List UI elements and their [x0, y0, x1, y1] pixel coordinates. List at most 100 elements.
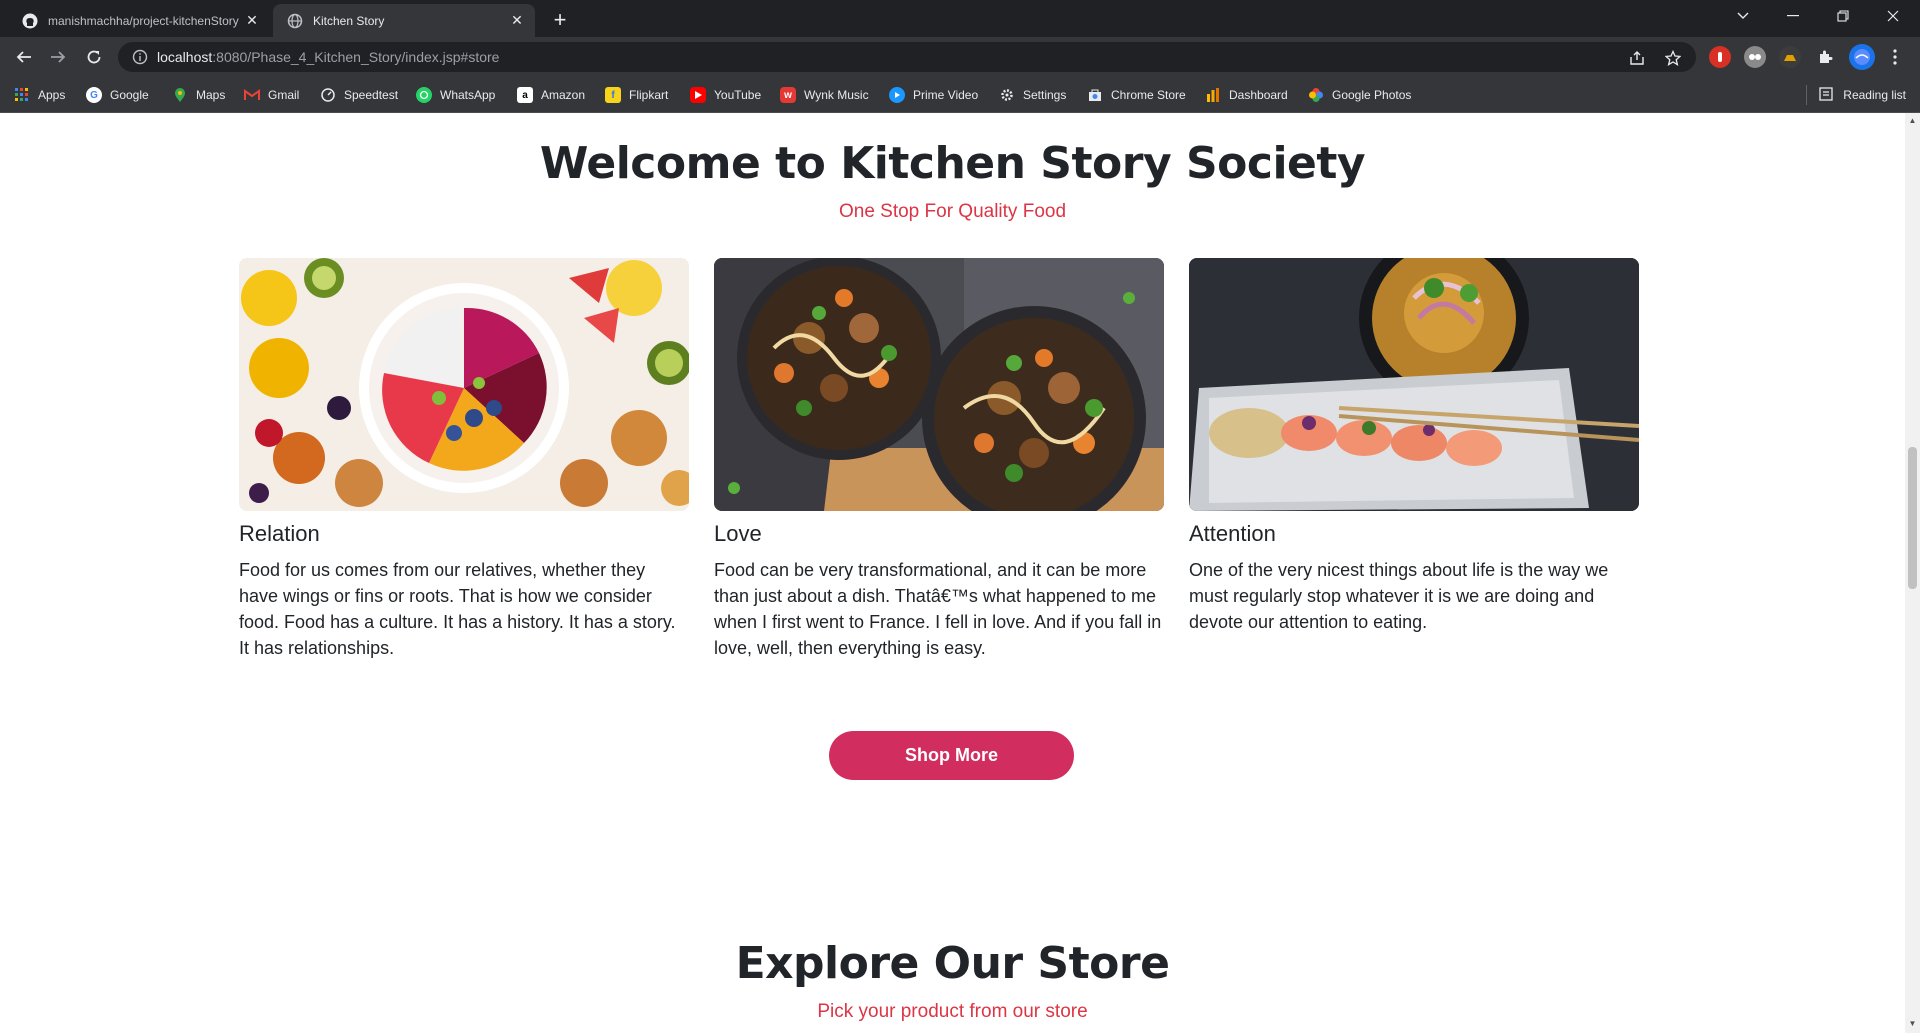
tab-kitchen-story[interactable]: Kitchen Story ✕	[273, 4, 535, 37]
reading-list-icon	[1819, 87, 1835, 103]
google-photos-icon	[1308, 87, 1324, 103]
store-subtitle: Pick your product from our store	[817, 1001, 1088, 1022]
bookmark-whatsapp[interactable]: WhatsApp	[416, 85, 495, 105]
speedtest-icon	[320, 87, 336, 103]
page-subtitle: One Stop For Quality Food	[838, 201, 1067, 222]
apps-grid-icon	[14, 87, 30, 103]
card-title: Love	[714, 521, 762, 546]
page-content: Welcome to Kitchen Story Society One Sto…	[0, 113, 1905, 1033]
bookmark-wynk-music[interactable]: w Wynk Music	[780, 85, 869, 105]
bookmark-label: Google Photos	[1332, 88, 1412, 102]
maps-icon	[172, 87, 188, 103]
card-title: Attention	[1189, 521, 1276, 546]
bookmark-label: WhatsApp	[440, 88, 496, 102]
prime-video-icon	[889, 87, 905, 103]
flipkart-icon: f	[605, 87, 621, 103]
card-attention: Attention One of the very nicest things …	[1189, 258, 1639, 635]
site-info-icon[interactable]	[132, 49, 148, 65]
bookmark-youtube[interactable]: YouTube	[690, 85, 761, 105]
page-scrollbar[interactable]: ▲ ▼	[1905, 113, 1920, 1033]
bookmark-label: Amazon	[541, 88, 586, 102]
extension-hat-icon[interactable]	[1779, 46, 1801, 68]
reading-list-label: Reading list	[1843, 88, 1906, 102]
tab-title: Kitchen Story	[313, 13, 385, 28]
noodle-bowls-photo	[714, 258, 1164, 511]
card-text: Food can be very transformational, and i…	[714, 560, 1162, 658]
bookmark-label: Wynk Music	[804, 88, 869, 102]
bookmark-label: Apps	[38, 88, 66, 102]
shop-more-button[interactable]: Shop More	[829, 731, 1074, 780]
bookmark-chrome-store[interactable]: Chrome Store	[1087, 85, 1186, 105]
bookmark-label: Dashboard	[1229, 88, 1288, 102]
bookmark-google[interactable]: G Google	[86, 85, 149, 105]
share-icon[interactable]	[1628, 49, 1646, 67]
whatsapp-icon	[416, 87, 432, 103]
page-title: Welcome to Kitchen Story Society	[539, 138, 1366, 189]
gmail-icon	[244, 87, 260, 103]
tab-title: manishmachha/project-kitchenStory	[48, 13, 239, 28]
bookmark-google-photos[interactable]: Google Photos	[1308, 85, 1411, 105]
dashboard-icon	[1205, 87, 1221, 103]
restore-icon[interactable]	[1820, 0, 1866, 32]
tab-github[interactable]: manishmachha/project-kitchenStory ✕	[8, 4, 270, 37]
scroll-down-arrow-icon[interactable]: ▼	[1908, 1019, 1917, 1028]
menu-kebab-icon[interactable]	[1884, 46, 1906, 68]
amazon-icon: a	[517, 87, 533, 103]
card-love: Love Food can be very transformational, …	[714, 258, 1164, 661]
address-bar[interactable]: localhost:8080/Phase_4_Kitchen_Story/ind…	[118, 42, 1696, 72]
scroll-up-arrow-icon[interactable]: ▲	[1908, 116, 1917, 125]
bookmarks-bar: Apps G Google Maps Gmail Speedtest Whats…	[0, 77, 1920, 113]
bookmark-maps[interactable]: Maps	[172, 85, 225, 105]
bookmark-label: Maps	[196, 88, 226, 102]
bookmark-label: Gmail	[268, 88, 300, 102]
close-window-icon[interactable]	[1870, 0, 1916, 32]
forward-arrow-icon[interactable]	[46, 45, 70, 69]
bookmark-label: Chrome Store	[1111, 88, 1186, 102]
url-path: :8080/Phase_4_Kitchen_Story/index.jsp#st…	[212, 49, 500, 65]
browser-tab-bar: manishmachha/project-kitchenStory ✕ Kitc…	[0, 0, 1920, 37]
youtube-icon	[690, 87, 706, 103]
google-icon: G	[86, 87, 102, 103]
extension-owl-icon[interactable]	[1744, 46, 1766, 68]
bookmark-label: Settings	[1023, 88, 1067, 102]
back-arrow-icon[interactable]	[12, 45, 36, 69]
bookmark-dashboard[interactable]: Dashboard	[1205, 85, 1288, 105]
extension-red-icon[interactable]	[1709, 46, 1731, 68]
new-tab-plus-icon[interactable]: +	[548, 7, 572, 32]
reload-icon[interactable]	[82, 45, 106, 69]
bookmark-label: YouTube	[714, 88, 762, 102]
url-text: localhost:8080/Phase_4_Kitchen_Story/ind…	[157, 49, 499, 65]
reading-list-button[interactable]: Reading list	[1806, 85, 1906, 105]
bookmark-settings[interactable]: Settings	[999, 85, 1066, 105]
close-icon[interactable]: ✕	[509, 12, 525, 29]
fruit-bowl-photo	[239, 258, 689, 511]
wynk-icon: w	[780, 87, 796, 103]
bookmark-star-icon[interactable]	[1664, 49, 1682, 67]
bookmark-speedtest[interactable]: Speedtest	[320, 85, 398, 105]
bookmark-label: Speedtest	[344, 88, 399, 102]
browser-toolbar: localhost:8080/Phase_4_Kitchen_Story/ind…	[0, 37, 1920, 77]
globe-icon	[287, 13, 303, 29]
profile-avatar[interactable]	[1849, 44, 1875, 70]
bookmark-label: Google	[110, 88, 149, 102]
card-title: Relation	[239, 521, 320, 546]
minimize-icon[interactable]	[1770, 0, 1816, 32]
extensions-puzzle-icon[interactable]	[1814, 46, 1836, 68]
gear-icon	[999, 87, 1015, 103]
bookmark-amazon[interactable]: a Amazon	[517, 85, 585, 105]
bookmark-flipkart[interactable]: f Flipkart	[605, 85, 668, 105]
bookmark-prime-video[interactable]: Prime Video	[889, 85, 978, 105]
close-icon[interactable]: ✕	[244, 12, 260, 29]
chrome-store-icon	[1087, 87, 1103, 103]
card-text: One of the very nicest things about life…	[1189, 560, 1609, 632]
scrollbar-thumb[interactable]	[1908, 447, 1917, 589]
bookmark-apps[interactable]: Apps	[14, 85, 65, 105]
bookmark-label: Prime Video	[913, 88, 979, 102]
tab-search-chevron-icon[interactable]	[1720, 0, 1766, 32]
bookmark-label: Flipkart	[629, 88, 669, 102]
separator	[1806, 85, 1808, 105]
bookmark-gmail[interactable]: Gmail	[244, 85, 299, 105]
card-relation: Relation Food for us comes from our rela…	[239, 258, 689, 661]
card-text: Food for us comes from our relatives, wh…	[239, 560, 676, 658]
url-host: localhost	[157, 49, 213, 65]
